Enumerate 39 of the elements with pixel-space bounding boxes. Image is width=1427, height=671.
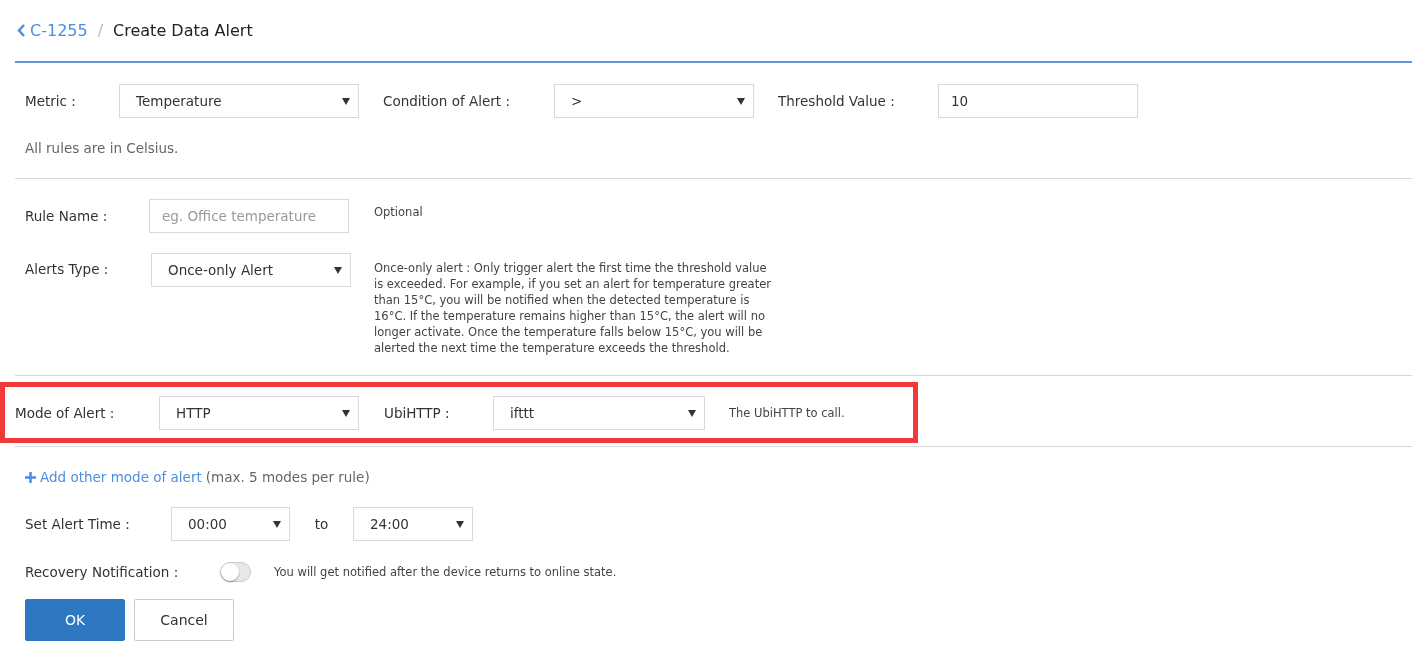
caret-icon [737,97,745,105]
caret-icon [342,409,350,417]
field-label: Threshold Value : [778,93,896,109]
caret-icon [688,409,696,417]
recovery-hint: You will get notified after the device returns to online state. [274,565,617,579]
mode-limit-note: (max. 5 modes per rule) [205,469,370,485]
plus-icon [25,471,36,483]
page-title: Create Data Alert [113,21,253,40]
caret-icon [456,520,464,528]
caret-icon [342,97,350,105]
caret-icon [334,266,342,274]
dropdown[interactable]: Temperature [119,84,359,118]
field-label: UbiHTTP : [384,405,451,421]
chevron-left-icon [17,24,26,37]
dropdown[interactable]: > [554,84,754,118]
dropdown[interactable]: HTTP [159,396,359,430]
field-label: Mode of Alert : [15,405,116,421]
field-label: Alerts Type : [25,261,110,277]
caret-icon [273,520,281,528]
cancel-button[interactable]: Cancel [134,599,234,641]
field-label: Rule Name : [25,208,109,224]
alert-type-description: Once-only alert : Only trigger alert the first time the threshold value is exceeded. For example, if you set an alert for temperature greater than 15°C, you will be notified when the detected temperature is 16°C. If the temperature remains higher than 15°C, the alert will no longer activate. Once the temperature falls below 15°C, you will be alerted the next time the temperature exceeds the threshold. [374,260,772,356]
threshold-input[interactable]: 10 [938,84,1138,118]
ok-button[interactable]: OK [25,599,125,641]
field-label: Recovery Notification : [25,564,180,580]
dropdown[interactable]: ifttt [493,396,705,430]
field-label: Condition of Alert : [383,93,511,109]
dropdown[interactable]: 24:00 [353,507,473,541]
rule-name-input[interactable]: eg. Office temperature [149,199,349,233]
celsius-note: All rules are in Celsius. [25,140,180,156]
to-label: to [313,516,330,532]
optional-hint: Optional [374,205,423,219]
toggle-switch[interactable] [220,562,251,582]
breadcrumb-separator: / [97,21,104,40]
field-label: Metric : [25,93,77,109]
dropdown[interactable]: 00:00 [171,507,290,541]
ubihttp-hint: The UbiHTTP to call. [729,406,845,420]
dropdown[interactable]: Once-only Alert [151,253,351,287]
field-label: Set Alert Time : [25,516,131,532]
